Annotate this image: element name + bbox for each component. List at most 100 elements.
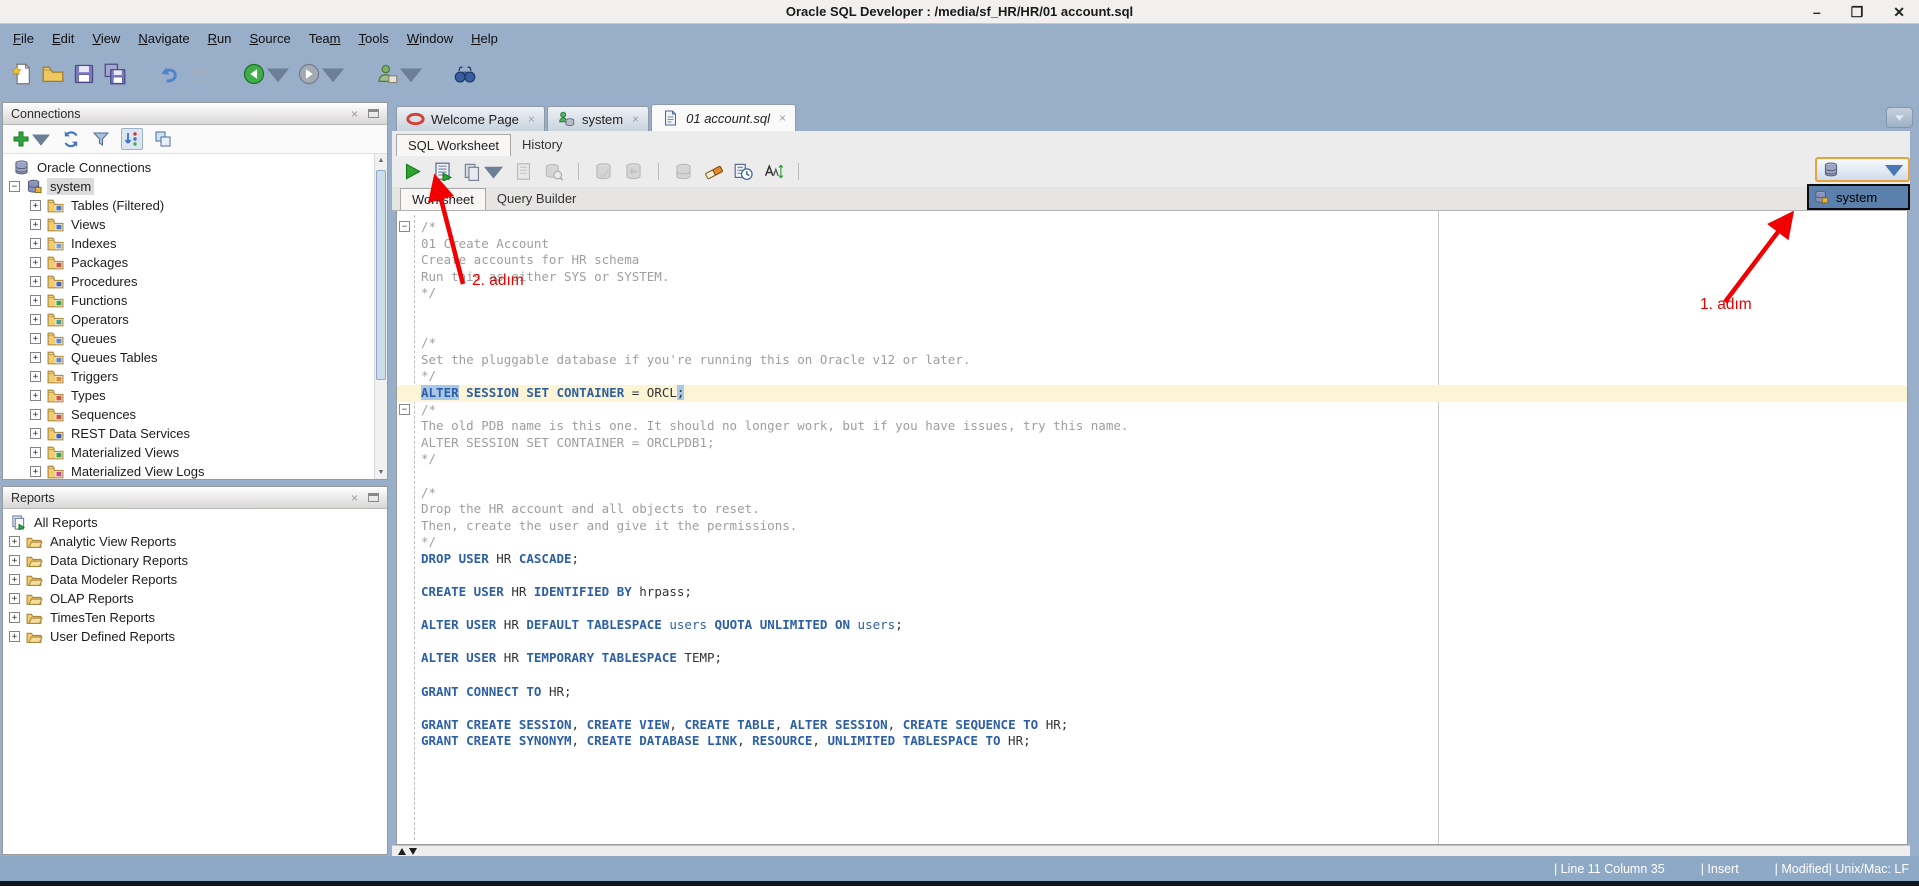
report-item-data-modeler-reports[interactable]: +Data Modeler Reports bbox=[3, 570, 387, 589]
close-button[interactable]: ✕ bbox=[1893, 4, 1905, 21]
code-line-22[interactable] bbox=[397, 567, 1907, 584]
menu-item-run[interactable]: Run bbox=[199, 28, 241, 49]
menu-item-navigate[interactable]: Navigate bbox=[129, 28, 198, 49]
code-line-23[interactable]: CREATE USER HR IDENTIFIED BY hrpass; bbox=[397, 584, 1907, 601]
code-line-13[interactable]: The old PDB name is this one. It should … bbox=[397, 418, 1907, 435]
connection-item-indexes[interactable]: +Indexes bbox=[3, 234, 387, 253]
menu-item-team[interactable]: Team bbox=[300, 28, 350, 49]
report-item-analytic-view-reports[interactable]: +Analytic View Reports bbox=[3, 532, 387, 551]
expand-box-icon[interactable]: + bbox=[30, 314, 41, 325]
refresh-button[interactable] bbox=[61, 129, 81, 149]
expand-box-icon[interactable]: + bbox=[30, 428, 41, 439]
connection-item-functions[interactable]: +Functions bbox=[3, 291, 387, 310]
collapse-all-button[interactable] bbox=[153, 129, 173, 149]
menu-item-view[interactable]: View bbox=[83, 28, 129, 49]
dropdown-item-system[interactable]: system bbox=[1809, 186, 1908, 208]
expand-box-icon[interactable]: + bbox=[30, 276, 41, 287]
expand-box-icon[interactable]: + bbox=[9, 631, 20, 642]
expand-box-icon[interactable]: + bbox=[30, 200, 41, 211]
tab-welcome-page[interactable]: Welcome Page× bbox=[396, 106, 545, 131]
expand-box-icon[interactable]: + bbox=[30, 352, 41, 363]
tab-01-account-sql[interactable]: 01 account.sql× bbox=[651, 104, 796, 131]
report-item-olap-reports[interactable]: +OLAP Reports bbox=[3, 589, 387, 608]
connection-item-procedures[interactable]: +Procedures bbox=[3, 272, 387, 291]
code-line-14[interactable]: ALTER SESSION SET CONTAINER = ORCLPDB1; bbox=[397, 435, 1907, 452]
code-line-28[interactable] bbox=[397, 667, 1907, 684]
code-line-10[interactable]: */ bbox=[397, 368, 1907, 385]
code-line-24[interactable] bbox=[397, 601, 1907, 618]
rollback-db-button[interactable] bbox=[623, 161, 644, 182]
code-line-27[interactable]: ALTER USER HR TEMPORARY TABLESPACE TEMP; bbox=[397, 650, 1907, 667]
add-connection-button[interactable] bbox=[11, 129, 51, 149]
sql-history-button[interactable] bbox=[733, 161, 754, 182]
code-line-6[interactable] bbox=[397, 302, 1907, 319]
code-line-19[interactable]: Then, create the user and give it the pe… bbox=[397, 518, 1907, 535]
expand-box-icon[interactable]: + bbox=[30, 238, 41, 249]
tab-close-icon[interactable]: × bbox=[528, 112, 535, 126]
code-line-15[interactable]: */ bbox=[397, 451, 1907, 468]
subtab-history[interactable]: History bbox=[511, 133, 573, 156]
clear-eraser-button[interactable] bbox=[703, 161, 724, 182]
tab-close-icon[interactable]: × bbox=[779, 111, 786, 125]
expand-box-icon[interactable]: + bbox=[30, 333, 41, 344]
code-line-20[interactable]: */ bbox=[397, 534, 1907, 551]
expand-box-icon[interactable]: + bbox=[9, 612, 20, 623]
code-line-31[interactable]: GRANT CREATE SESSION, CREATE VIEW, CREAT… bbox=[397, 717, 1907, 734]
code-line-26[interactable] bbox=[397, 634, 1907, 651]
code-line-3[interactable]: Create accounts for HR schema bbox=[397, 252, 1907, 269]
connection-item-rest-data-services[interactable]: +REST Data Services bbox=[3, 424, 387, 443]
tab-system[interactable]: system× bbox=[547, 106, 649, 131]
scroll-down-icon[interactable] bbox=[409, 848, 417, 855]
run-script-button[interactable] bbox=[432, 161, 453, 182]
code-line-29[interactable]: GRANT CONNECT TO HR; bbox=[397, 684, 1907, 701]
commit-db-button[interactable] bbox=[593, 161, 614, 182]
tab-close-icon[interactable]: × bbox=[632, 112, 639, 126]
report-item-timesten-reports[interactable]: +TimesTen Reports bbox=[3, 608, 387, 627]
expand-box-icon[interactable]: + bbox=[30, 447, 41, 458]
menu-item-edit[interactable]: Edit bbox=[43, 28, 83, 49]
report-item-data-dictionary-reports[interactable]: +Data Dictionary Reports bbox=[3, 551, 387, 570]
menu-item-tools[interactable]: Tools bbox=[350, 28, 398, 49]
scroll-down-icon[interactable]: ▼ bbox=[375, 466, 387, 479]
viewtab-worksheet[interactable]: Worksheet bbox=[400, 188, 486, 210]
connection-item-packages[interactable]: +Packages bbox=[3, 253, 387, 272]
menu-item-window[interactable]: Window bbox=[398, 28, 462, 49]
code-line-21[interactable]: DROP USER HR CASCADE; bbox=[397, 551, 1907, 568]
viewtab-query-builder[interactable]: Query Builder bbox=[486, 187, 587, 210]
sort-button[interactable] bbox=[121, 128, 143, 150]
code-line-17[interactable]: /* bbox=[397, 485, 1907, 502]
redo-button[interactable] bbox=[188, 62, 212, 86]
connection-item-types[interactable]: +Types bbox=[3, 386, 387, 405]
panel-close-icon[interactable]: × bbox=[351, 491, 358, 505]
report-item-user-defined-reports[interactable]: +User Defined Reports bbox=[3, 627, 387, 646]
explain-plan-button[interactable] bbox=[513, 161, 534, 182]
connections-scrollbar[interactable]: ▲ ▼ bbox=[374, 154, 387, 479]
expand-box-icon[interactable]: + bbox=[30, 371, 41, 382]
filter-button[interactable] bbox=[91, 129, 111, 149]
code-line-2[interactable]: 01 Create Account bbox=[397, 236, 1907, 253]
subtab-sql-worksheet[interactable]: SQL Worksheet bbox=[396, 134, 511, 156]
autotrace-button[interactable] bbox=[462, 161, 504, 182]
panel-close-icon[interactable]: × bbox=[351, 107, 358, 121]
expand-box-icon[interactable]: + bbox=[30, 257, 41, 268]
expand-box-icon[interactable]: + bbox=[30, 295, 41, 306]
code-line-12[interactable]: −/* bbox=[397, 402, 1907, 419]
code-line-18[interactable]: Drop the HR account and all objects to r… bbox=[397, 501, 1907, 518]
connection-item-sequences[interactable]: +Sequences bbox=[3, 405, 387, 424]
collapse-box-icon[interactable]: − bbox=[9, 181, 20, 192]
connection-item-operators[interactable]: +Operators bbox=[3, 310, 387, 329]
new-file-button[interactable] bbox=[10, 62, 34, 86]
panel-restore-icon[interactable] bbox=[368, 493, 379, 502]
maximize-button[interactable]: ❐ bbox=[1851, 4, 1864, 21]
undo-button[interactable] bbox=[157, 62, 181, 86]
scrollbar-thumb[interactable] bbox=[376, 170, 386, 380]
expand-box-icon[interactable]: + bbox=[9, 574, 20, 585]
forward-button[interactable] bbox=[297, 62, 345, 86]
code-line-8[interactable]: /* bbox=[397, 335, 1907, 352]
commit-user-button[interactable] bbox=[375, 62, 423, 86]
code-line-5[interactable]: */ bbox=[397, 285, 1907, 302]
connection-item-materialized-view-logs[interactable]: +Materialized View Logs bbox=[3, 462, 387, 479]
code-line-11[interactable]: ALTER SESSION SET CONTAINER = ORCL; bbox=[397, 385, 1907, 402]
expand-box-icon[interactable]: + bbox=[9, 593, 20, 604]
menu-item-file[interactable]: File bbox=[4, 28, 43, 49]
